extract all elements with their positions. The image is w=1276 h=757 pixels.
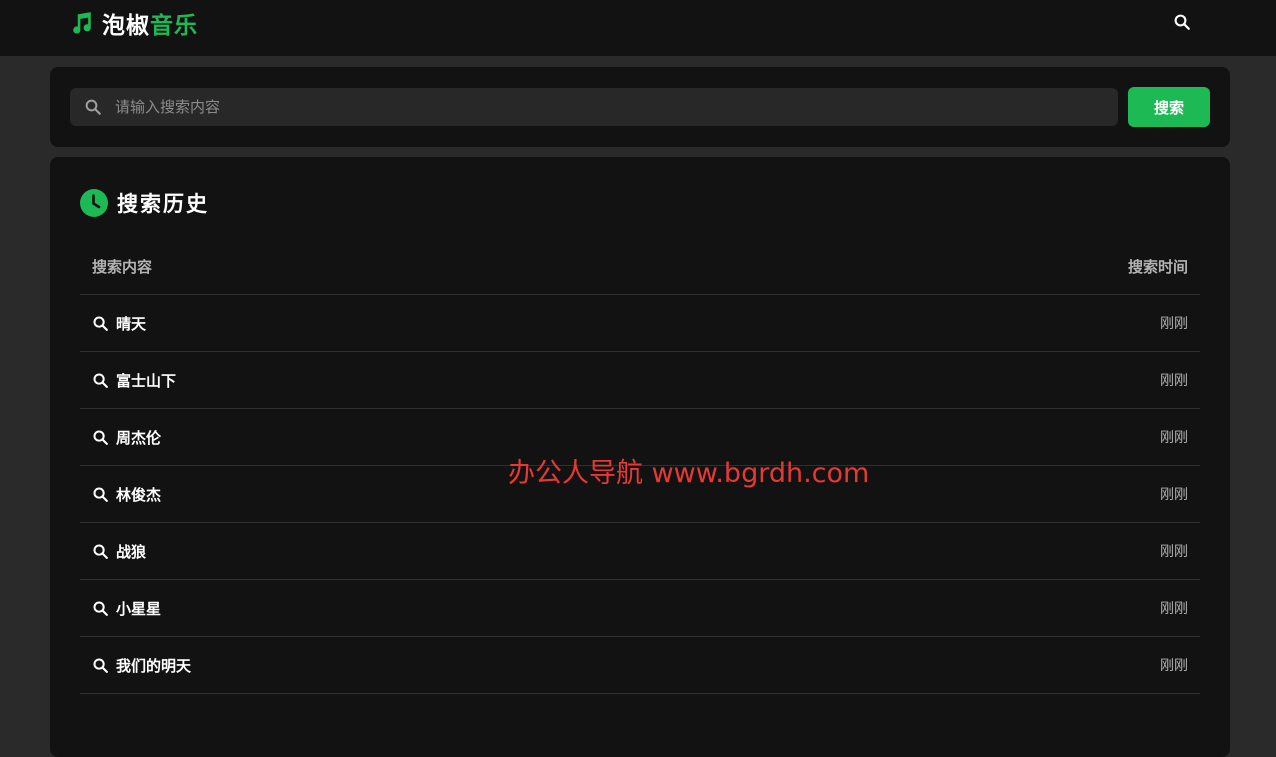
row-query-cell: 战狼 [92, 541, 146, 562]
search-icon [93, 372, 108, 388]
row-time: 刚刚 [1160, 601, 1188, 617]
search-icon [93, 486, 108, 502]
logo-text-accent: 音乐 [150, 13, 198, 39]
search-panel: 搜索 [50, 67, 1230, 147]
search-icon [93, 543, 108, 559]
table-row[interactable]: 小星星 刚刚 [80, 580, 1200, 637]
row-time: 刚刚 [1160, 373, 1188, 389]
row-query-cell: 富士山下 [92, 370, 176, 391]
search-icon [93, 315, 108, 331]
search-icon [85, 99, 101, 115]
row-query-cell: 我们的明天 [92, 655, 191, 676]
table-row[interactable]: 林俊杰 刚刚 [80, 466, 1200, 523]
row-query[interactable]: 战狼 [116, 541, 146, 562]
row-query[interactable]: 晴天 [116, 313, 146, 334]
search-box[interactable] [70, 88, 1118, 126]
row-query[interactable]: 我们的明天 [116, 655, 191, 676]
row-time: 刚刚 [1160, 487, 1188, 503]
row-time: 刚刚 [1160, 544, 1188, 560]
search-icon [93, 429, 108, 445]
row-query[interactable]: 富士山下 [116, 370, 176, 391]
table-header: 搜索内容 搜索时间 [80, 238, 1200, 295]
search-icon [93, 657, 108, 673]
row-query[interactable]: 林俊杰 [116, 484, 161, 505]
table-row[interactable]: 富士山下 刚刚 [80, 352, 1200, 409]
history-table: 搜索内容 搜索时间 晴天 刚刚 富士山下 刚刚 周杰伦 刚刚 林俊杰 刚刚 战狼… [80, 238, 1200, 694]
search-icon [1174, 14, 1190, 30]
row-time: 刚刚 [1160, 430, 1188, 446]
music-note-icon [73, 12, 91, 34]
top-navbar: 泡椒 音乐 [0, 0, 1276, 56]
table-row[interactable]: 战狼 刚刚 [80, 523, 1200, 580]
row-time: 刚刚 [1160, 658, 1188, 674]
clock-icon [80, 189, 108, 217]
row-query[interactable]: 小星星 [116, 598, 161, 619]
section-title: 搜索历史 [80, 188, 209, 218]
column-header-time: 搜索时间 [1127, 257, 1188, 276]
logo[interactable]: 泡椒 音乐 [68, 6, 198, 40]
row-query-cell: 周杰伦 [92, 427, 161, 448]
header-search-button[interactable] [1171, 11, 1193, 33]
row-query-cell: 林俊杰 [92, 484, 161, 505]
row-time: 刚刚 [1160, 316, 1188, 332]
section-title-text: 搜索历史 [117, 192, 209, 216]
search-icon [93, 600, 108, 616]
table-row[interactable]: 周杰伦 刚刚 [80, 409, 1200, 466]
logo-text-primary: 泡椒 [102, 13, 150, 39]
row-query-cell: 晴天 [92, 313, 146, 334]
search-input[interactable] [115, 88, 1105, 126]
column-header-query: 搜索内容 [92, 257, 153, 276]
search-history-panel: 搜索历史 搜索内容 搜索时间 晴天 刚刚 富士山下 刚刚 周杰伦 刚刚 林俊杰 … [50, 157, 1230, 757]
search-button[interactable]: 搜索 [1128, 87, 1210, 127]
row-query[interactable]: 周杰伦 [116, 427, 161, 448]
table-row[interactable]: 我们的明天 刚刚 [80, 637, 1200, 694]
row-query-cell: 小星星 [92, 598, 161, 619]
table-row[interactable]: 晴天 刚刚 [80, 295, 1200, 352]
